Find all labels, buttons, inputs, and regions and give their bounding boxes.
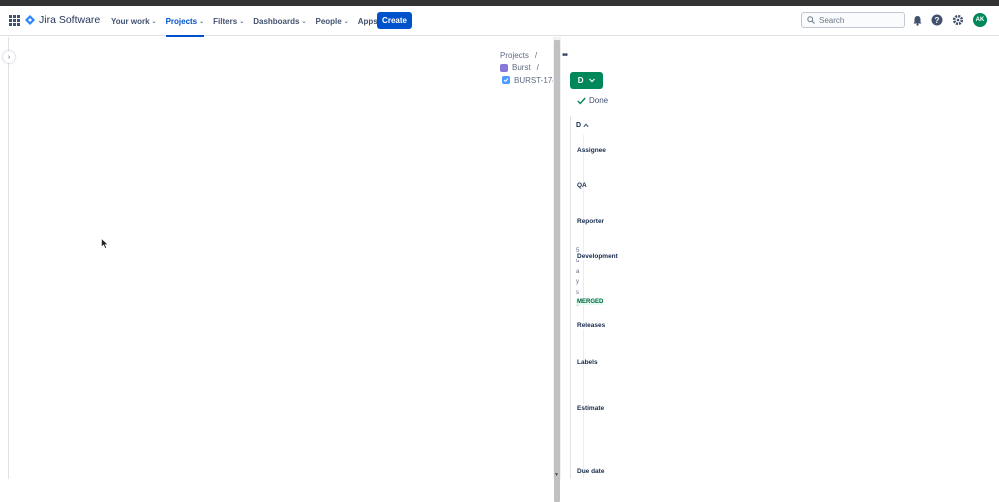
project-avatar-icon: [500, 63, 508, 72]
truncated-char: s: [576, 289, 579, 296]
field-assignee-label: Assignee: [577, 147, 606, 154]
create-button[interactable]: Create: [377, 12, 412, 29]
menu-projects[interactable]: Projects ⌄: [165, 6, 205, 37]
field-releases-label: Releases: [577, 322, 606, 329]
field-qa-label: QA: [577, 182, 587, 189]
more-actions-icon[interactable]: ••: [562, 50, 568, 61]
field-development-label: Development: [577, 253, 618, 260]
top-navigation: Jira Software Your work ⌄ Projects ⌄ Filte…: [0, 6, 999, 37]
chevron-down-icon: ⌄: [199, 18, 205, 25]
truncated-char: a: [576, 268, 580, 275]
app-switcher-icon[interactable]: [9, 15, 20, 26]
scroll-down-arrow-icon[interactable]: ▼: [554, 472, 559, 478]
merged-status-badge[interactable]: MERGED: [576, 299, 605, 305]
menu-people[interactable]: People ⌄: [315, 6, 348, 36]
menu-people-label: People: [315, 16, 342, 26]
resolution-label: Done: [589, 96, 609, 105]
breadcrumb-projects: Projects /: [500, 49, 561, 62]
chevron-down-icon: ⌄: [151, 18, 157, 25]
product-name: Jira Software: [39, 14, 101, 26]
status-transition-button[interactable]: D: [570, 72, 603, 89]
chevron-down-icon: ⌄: [301, 18, 307, 25]
chevron-down-icon: ⌄: [343, 18, 349, 25]
user-avatar[interactable]: AK: [973, 13, 987, 27]
svg-text:?: ?: [935, 16, 940, 25]
breadcrumb: Projects / Burst / BURST-1743: [500, 49, 561, 87]
resolution-status: Done: [577, 96, 608, 105]
field-due-date-label: Due date: [577, 468, 605, 475]
breadcrumb-issue: BURST-1743: [500, 74, 561, 87]
details-heading: D: [576, 122, 582, 129]
breadcrumb-projects-link[interactable]: Projects: [500, 51, 529, 60]
chevron-up-icon: [583, 123, 589, 128]
breadcrumb-project: Burst /: [500, 62, 561, 75]
checkmark-icon: [577, 97, 586, 105]
search-input[interactable]: [819, 15, 899, 25]
status-button-label: D: [577, 76, 584, 85]
chevron-down-icon: ⌄: [239, 18, 245, 25]
field-labels-label: Labels: [577, 359, 598, 366]
field-estimate-label: Estimate: [577, 405, 605, 412]
menu-dashboards[interactable]: Dashboards ⌄: [253, 6, 306, 36]
notifications-bell-icon[interactable]: [911, 14, 923, 26]
help-icon[interactable]: ?: [931, 14, 943, 26]
primary-menu: Your work ⌄ Projects ⌄ Filters ⌄ Dashboards…: [111, 6, 394, 37]
search-icon: [807, 16, 815, 24]
scrollbar-thumb[interactable]: [554, 40, 560, 502]
menu-apps-label: Apps: [357, 16, 378, 26]
menu-dashboards-label: Dashboards: [253, 16, 300, 26]
breadcrumb-project-link[interactable]: Burst: [512, 63, 531, 72]
breadcrumb-separator: /: [536, 63, 539, 73]
menu-filters[interactable]: Filters ⌄: [213, 6, 244, 36]
jira-diamond-icon: [25, 15, 35, 25]
menu-your-work[interactable]: Your work ⌄: [111, 6, 157, 36]
task-checkbox-icon: [502, 76, 510, 85]
scrollbar[interactable]: ▼: [553, 37, 561, 502]
jira-logo[interactable]: Jira Software: [25, 14, 100, 26]
search-box[interactable]: [801, 12, 905, 28]
menu-projects-label: Projects: [165, 16, 198, 26]
mouse-cursor-icon: [101, 238, 109, 249]
menu-your-work-label: Your work: [111, 16, 150, 26]
details-panel-border: [570, 116, 571, 479]
expand-sidebar-chevron-icon[interactable]: ›: [3, 51, 15, 63]
menu-filters-label: Filters: [213, 16, 238, 26]
truncated-char: y: [576, 279, 579, 286]
chevron-down-icon: [589, 78, 596, 83]
breadcrumb-separator: /: [534, 50, 538, 60]
details-section-toggle[interactable]: D: [576, 122, 589, 129]
sidebar-collapsed: [0, 37, 9, 479]
field-reporter-label: Reporter: [577, 218, 605, 225]
settings-gear-icon[interactable]: [952, 14, 964, 26]
